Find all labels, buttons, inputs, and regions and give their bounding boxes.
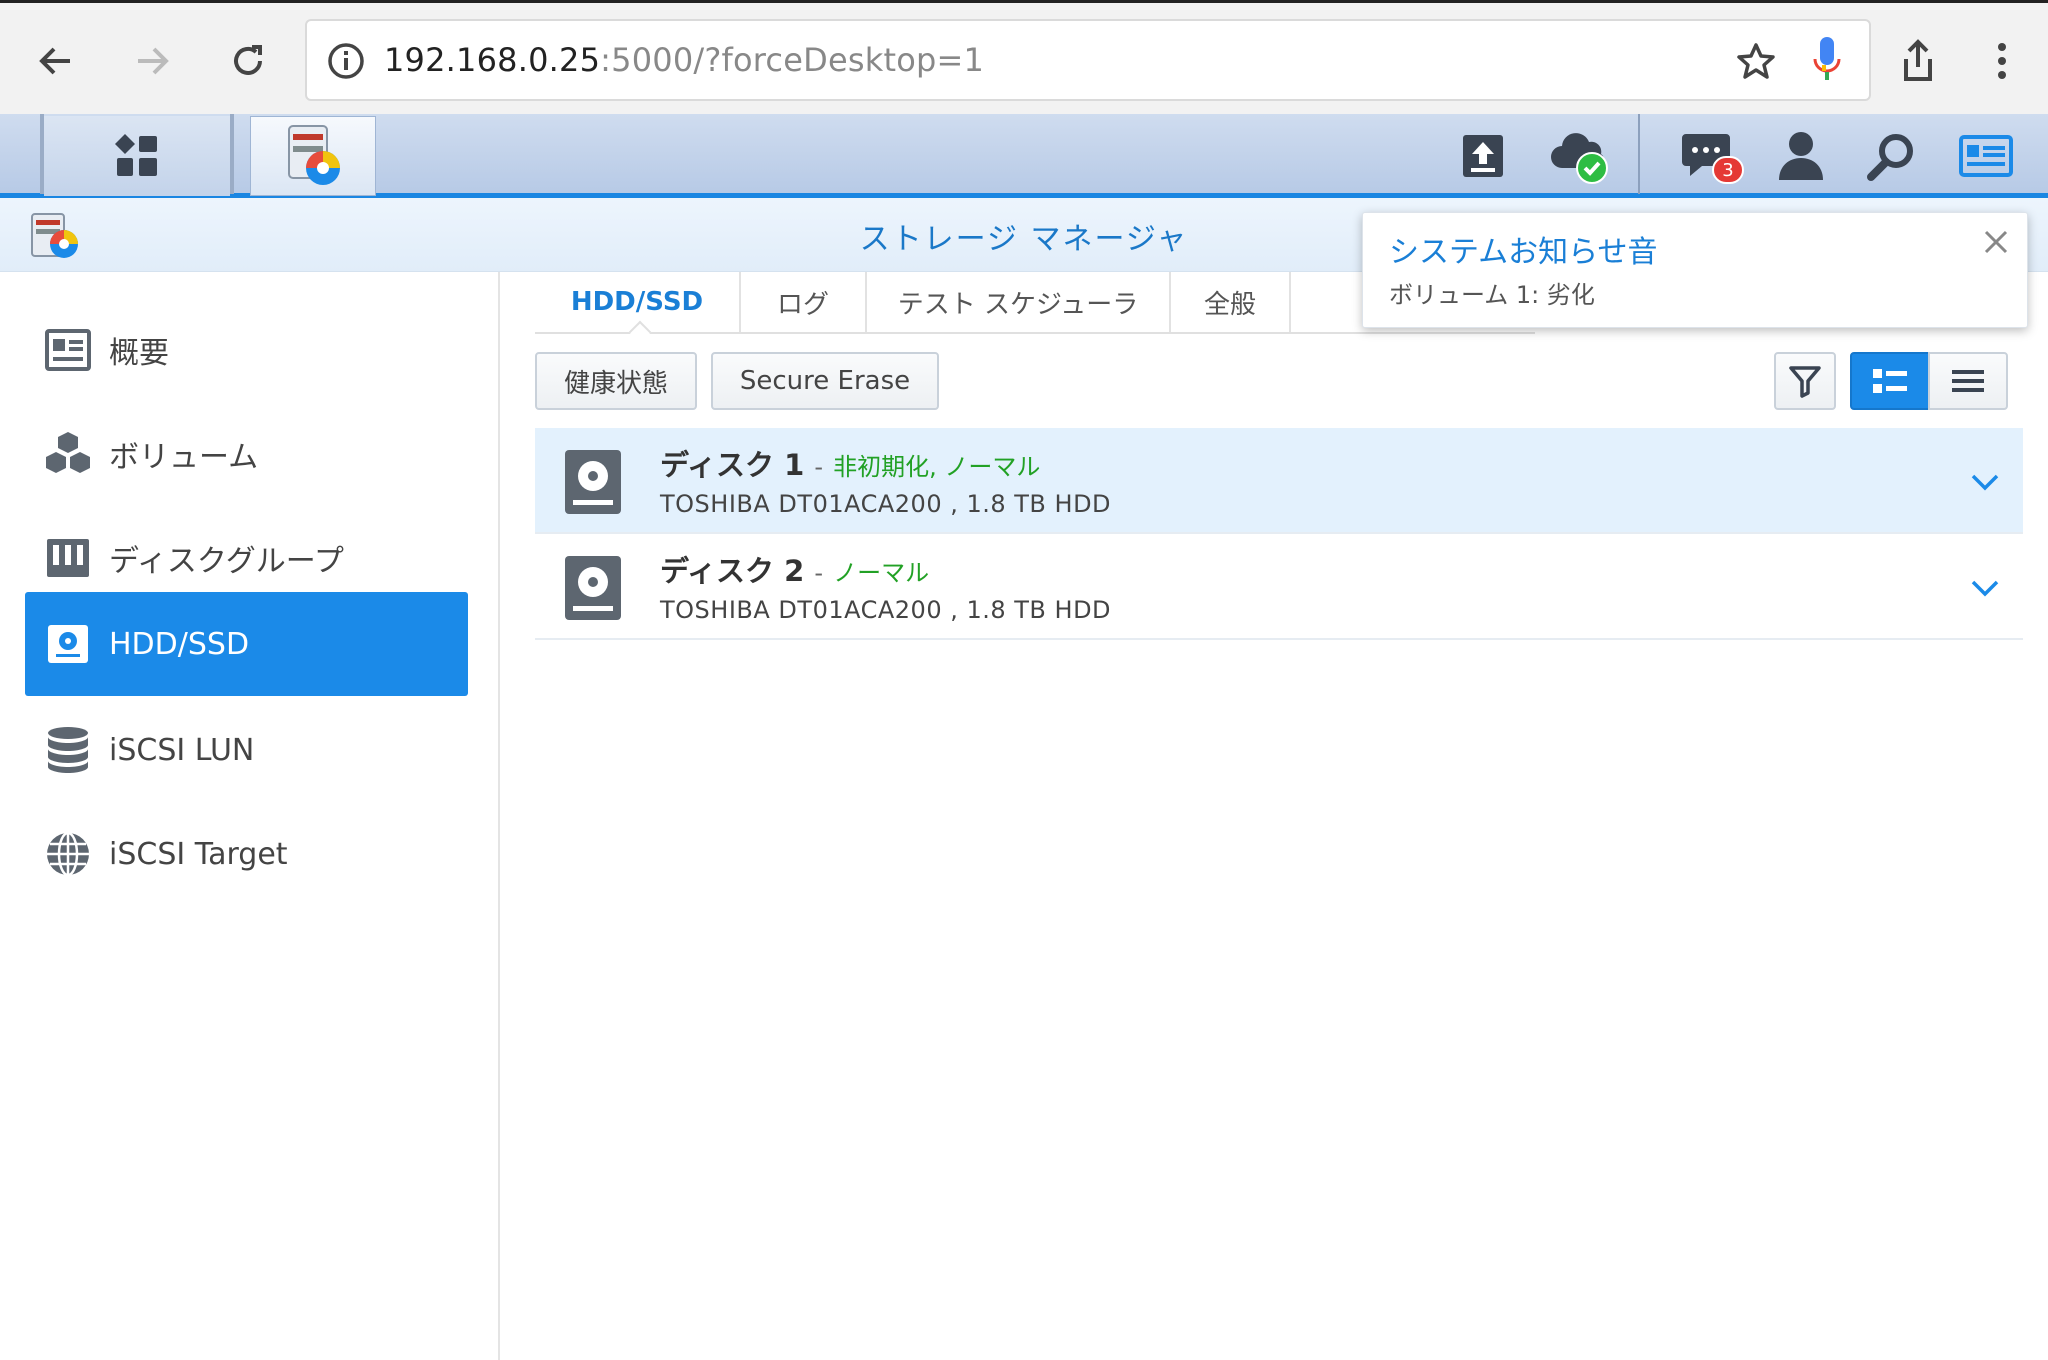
main-content: HDD/SSD ログ テスト スケジューラ 全般 健康状態 Secure Era…	[500, 272, 2048, 1360]
info-icon	[328, 43, 364, 79]
secure-erase-button[interactable]: Secure Erase	[711, 352, 939, 410]
address-bar[interactable]: 192.168.0.25:5000/?forceDesktop=1	[305, 19, 1871, 101]
sidebar: 概要 ボリューム ディスクグループ HDD/SSD iSCSI LUN iSCS…	[0, 272, 500, 1360]
cloud-status-button[interactable]	[1540, 116, 1620, 196]
sidebar-item-iscsi-target[interactable]: iSCSI Target	[25, 802, 468, 906]
sidebar-item-label: iSCSI Target	[109, 836, 288, 872]
disk-details: TOSHIBA DT01ACA200 , 1.8 TB HDD	[660, 490, 1112, 518]
upload-queue-button[interactable]	[1448, 116, 1518, 196]
overview-icon	[43, 325, 93, 375]
share-button[interactable]	[1882, 25, 1954, 97]
cloud-check-icon	[1551, 133, 1608, 184]
hdd-icon	[43, 619, 93, 669]
globe-icon	[43, 829, 93, 879]
sidebar-item-hdd-ssd[interactable]: HDD/SSD	[25, 592, 468, 696]
taskbar-divider	[1638, 114, 1640, 194]
disk-row[interactable]: ディスク 1 - 非初期化, ノーマル TOSHIBA DT01ACA200 ,…	[535, 428, 2023, 534]
search-button[interactable]	[1856, 116, 1926, 196]
widget-panel-icon	[1959, 135, 2013, 177]
tab-general[interactable]: 全般	[1171, 272, 1291, 332]
database-icon	[43, 725, 93, 775]
disk-separator: -	[814, 559, 824, 587]
browser-toolbar: 192.168.0.25:5000/?forceDesktop=1	[0, 0, 2048, 114]
url-path: :5000/?forceDesktop=1	[600, 41, 985, 79]
sidebar-item-label: iSCSI LUN	[109, 732, 255, 768]
notification-popup[interactable]: システムお知らせ音 ボリューム 1: 劣化	[1362, 212, 2028, 328]
disk-status: 非初期化, ノーマル	[833, 453, 1041, 481]
notification-body: ボリューム 1: 劣化	[1389, 281, 1595, 309]
share-icon	[1904, 39, 1932, 81]
dsm-taskbar: 3	[0, 114, 2048, 198]
app-grid-icon	[115, 134, 157, 176]
disk-separator: -	[814, 453, 824, 481]
sidebar-item-volume[interactable]: ボリューム	[25, 402, 468, 506]
tab-test-scheduler[interactable]: テスト スケジューラ	[867, 272, 1171, 332]
disk-title: ディスク 1 - 非初期化, ノーマル	[660, 442, 1040, 484]
forward-arrow-icon	[138, 47, 169, 75]
storage-manager-icon	[288, 125, 340, 185]
notification-title: システムお知らせ音	[1389, 235, 1658, 270]
taskbar-divider	[230, 114, 234, 194]
menu-button[interactable]	[1966, 25, 2038, 97]
main-menu-button[interactable]	[44, 116, 230, 196]
health-status-button[interactable]: 健康状態	[535, 352, 697, 410]
url-host: 192.168.0.25	[384, 41, 601, 79]
sidebar-item-label: ボリューム	[109, 440, 259, 475]
sidebar-item-overview[interactable]: 概要	[25, 298, 468, 402]
reload-button[interactable]	[212, 25, 284, 97]
disk-name: ディスク 1	[660, 448, 805, 482]
back-button[interactable]	[20, 25, 92, 97]
disk-title: ディスク 2 - ノーマル	[660, 548, 929, 590]
user-icon	[1779, 132, 1823, 180]
storage-manager-taskbar-button[interactable]	[250, 116, 376, 196]
star-icon[interactable]	[1735, 41, 1777, 83]
sidebar-item-label: ディスクグループ	[109, 544, 344, 579]
sidebar-item-label: 概要	[109, 336, 169, 371]
sidebar-item-iscsi-lun[interactable]: iSCSI LUN	[25, 698, 468, 802]
notification-badge: 3	[1712, 156, 1744, 184]
reload-icon	[234, 45, 262, 75]
list-icon	[1952, 370, 1984, 392]
microphone-icon[interactable]	[1812, 35, 1842, 85]
widgets-button[interactable]	[1946, 116, 2026, 196]
chevron-down-icon[interactable]	[1967, 464, 2003, 500]
hard-disk-icon	[565, 556, 621, 620]
upload-icon	[1463, 135, 1503, 177]
disk-status: ノーマル	[833, 559, 930, 587]
compact-view-button[interactable]	[1928, 352, 2008, 410]
chevron-down-icon[interactable]	[1967, 570, 2003, 606]
filter-icon	[1789, 366, 1821, 398]
user-button[interactable]	[1766, 116, 1836, 196]
more-vertical-icon	[1998, 43, 2006, 79]
filter-button[interactable]	[1774, 352, 1836, 410]
disk-group-icon	[43, 533, 93, 583]
close-icon[interactable]	[1979, 225, 2013, 259]
hard-disk-icon	[565, 450, 621, 514]
disk-name: ディスク 2	[660, 554, 805, 588]
disk-row[interactable]: ディスク 2 - ノーマル TOSHIBA DT01ACA200 , 1.8 T…	[535, 534, 2023, 640]
url-text: 192.168.0.25:5000/?forceDesktop=1	[384, 41, 984, 79]
list-detail-icon	[1873, 369, 1907, 393]
detail-view-button[interactable]	[1850, 352, 1930, 410]
volume-icon	[43, 429, 93, 479]
disk-details: TOSHIBA DT01ACA200 , 1.8 TB HDD	[660, 596, 1112, 624]
notifications-button[interactable]: 3	[1670, 116, 1750, 196]
tab-log[interactable]: ログ	[741, 272, 867, 332]
search-icon	[1867, 134, 1913, 181]
forward-button[interactable]	[116, 25, 188, 97]
sidebar-item-label: HDD/SSD	[109, 626, 250, 662]
back-arrow-icon	[39, 47, 70, 75]
